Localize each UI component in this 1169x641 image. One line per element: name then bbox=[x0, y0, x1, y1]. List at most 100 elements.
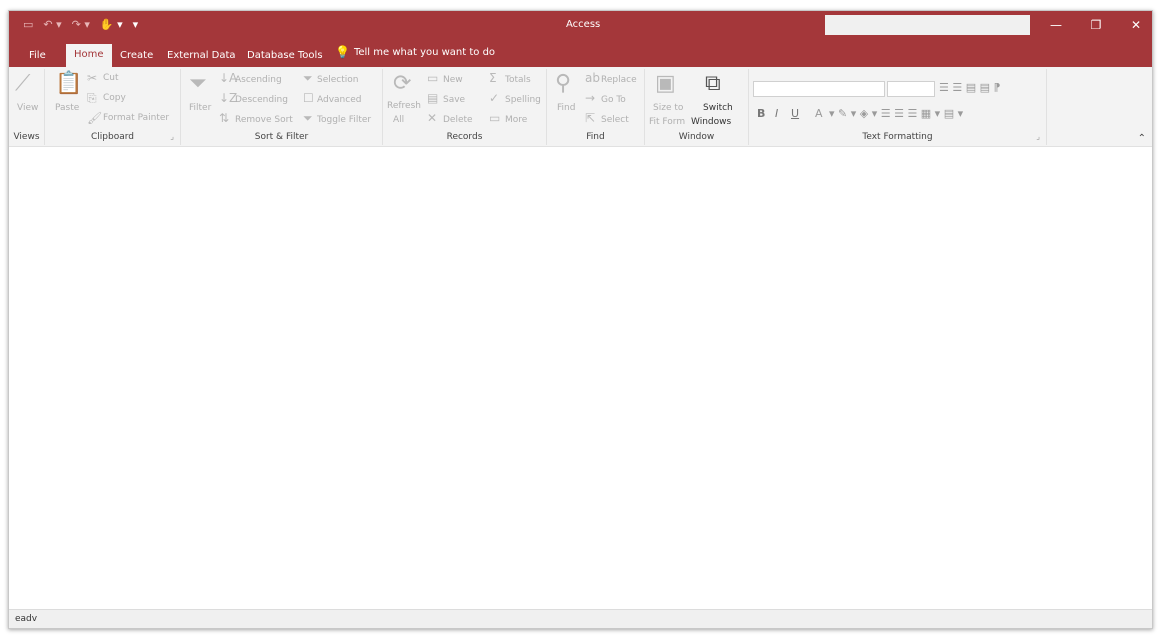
selection-button[interactable]: Selection bbox=[317, 75, 358, 85]
customize-qat-icon[interactable]: ▾ bbox=[133, 18, 139, 32]
title-search-box[interactable] bbox=[825, 15, 1030, 35]
filter-button[interactable]: Filter bbox=[189, 103, 211, 113]
format-painter-icon: 🖌 bbox=[87, 111, 103, 125]
status-text: eadv bbox=[15, 614, 38, 624]
format-painter-button[interactable]: Format Painter bbox=[103, 113, 169, 123]
delete-button[interactable]: Delete bbox=[443, 115, 473, 125]
tab-file[interactable]: File bbox=[27, 45, 48, 67]
find-button[interactable]: Find bbox=[557, 103, 575, 113]
group-find: ⚲ Find ab Replace → Go To ⇱ Select Find bbox=[547, 69, 645, 145]
fit-form-label: Fit Form bbox=[649, 117, 686, 127]
tab-create[interactable]: Create bbox=[118, 45, 155, 67]
copy-icon: ⎘ bbox=[87, 91, 97, 105]
cut-icon: ✂ bbox=[87, 71, 98, 85]
spelling-icon: ✓ bbox=[489, 91, 500, 105]
ribbon-tab-bar: File Home Create External Data Database … bbox=[9, 41, 1152, 67]
group-clipboard: 📋 Paste ✂ Cut ⎘ Copy 🖌 Format Painter Cl… bbox=[45, 69, 181, 145]
ribbon: ⟋ View Views 📋 Paste ✂ Cut ⎘ Copy 🖌 Form… bbox=[9, 67, 1152, 147]
font-color-button[interactable]: A bbox=[815, 107, 823, 120]
group-label-records: Records bbox=[446, 132, 483, 142]
undo-icon[interactable]: ↶ ▾ bbox=[43, 18, 61, 32]
text-formatting-dialog-launcher-icon[interactable]: ⌟ bbox=[1036, 132, 1040, 141]
toggle-filter-icon: ⏷ bbox=[303, 111, 313, 125]
save-icon[interactable]: ▭ bbox=[23, 18, 33, 32]
windows-label: Windows bbox=[691, 117, 732, 127]
group-views: ⟋ View Views bbox=[9, 69, 45, 145]
replace-icon: ab bbox=[585, 71, 600, 85]
group-label-find: Find bbox=[586, 132, 605, 142]
replace-button[interactable]: Replace bbox=[601, 75, 637, 85]
tell-me-box[interactable]: 💡 Tell me what you want to do bbox=[335, 45, 495, 59]
advanced-button[interactable]: Advanced bbox=[317, 95, 361, 105]
view-button[interactable]: View bbox=[17, 103, 38, 113]
switch-windows-icon[interactable]: ⧉ bbox=[705, 71, 721, 96]
italic-button[interactable]: I bbox=[775, 107, 778, 120]
ascending-button[interactable]: Ascending bbox=[235, 75, 282, 85]
totals-button[interactable]: Totals bbox=[505, 75, 531, 85]
save-button[interactable]: Save bbox=[443, 95, 465, 105]
spelling-button[interactable]: Spelling bbox=[505, 95, 541, 105]
font-name-combo[interactable] bbox=[753, 81, 885, 97]
toggle-filter-button[interactable]: Toggle Filter bbox=[317, 115, 371, 125]
tab-external-data[interactable]: External Data bbox=[165, 45, 238, 67]
more-icon: ▭ bbox=[489, 111, 501, 125]
highlight-icons[interactable]: ▾ ✎ ▾ ◈ ▾ ☰ ☰ ☰ ▦ ▾ ▤ ▾ bbox=[829, 107, 963, 120]
refresh-all-label: All bbox=[393, 115, 405, 125]
copy-button[interactable]: Copy bbox=[103, 93, 126, 103]
group-window: ▣ Size to Fit Form ⧉ Switch Windows Wind… bbox=[645, 69, 749, 145]
filter-icon[interactable]: ⏷ bbox=[189, 71, 207, 96]
clipboard-dialog-launcher-icon[interactable]: ⌟ bbox=[170, 132, 174, 141]
delete-icon: ✕ bbox=[427, 111, 438, 125]
workspace bbox=[9, 148, 1152, 611]
goto-button[interactable]: Go To bbox=[601, 95, 626, 105]
switch-button[interactable]: Switch bbox=[703, 103, 733, 113]
selection-icon: ⏷ bbox=[303, 71, 313, 85]
save-record-icon: ▤ bbox=[427, 91, 439, 105]
view-icon[interactable]: ⟋ bbox=[15, 71, 30, 96]
find-icon[interactable]: ⚲ bbox=[555, 71, 571, 96]
minimize-button[interactable]: — bbox=[1039, 13, 1073, 37]
remove-sort-button[interactable]: Remove Sort bbox=[235, 115, 293, 125]
refresh-button[interactable]: Refresh bbox=[387, 101, 421, 111]
status-bar: eadv bbox=[9, 609, 1152, 628]
group-label-views: Views bbox=[13, 132, 40, 142]
list-icons[interactable]: ☰ ☰ ▤ ▤ ⁋ bbox=[939, 81, 1001, 94]
refresh-icon[interactable]: ⟳ bbox=[393, 71, 411, 96]
close-button[interactable]: ✕ bbox=[1119, 13, 1152, 37]
touch-mode-icon[interactable]: ✋ ▾ bbox=[100, 18, 123, 32]
group-records: ⟳ Refresh All ▭ New ▤ Save ✕ Delete Σ To… bbox=[383, 69, 547, 145]
select-icon: ⇱ bbox=[585, 111, 596, 125]
lightbulb-icon: 💡 bbox=[335, 45, 350, 59]
cut-button[interactable]: Cut bbox=[103, 73, 119, 83]
size-to-button[interactable]: Size to bbox=[653, 103, 683, 113]
remove-sort-icon: ⇅ bbox=[219, 111, 230, 125]
more-button[interactable]: More bbox=[505, 115, 527, 125]
totals-icon: Σ bbox=[489, 71, 497, 85]
window-title: Access bbox=[566, 19, 601, 30]
tab-home[interactable]: Home bbox=[66, 44, 112, 67]
redo-icon[interactable]: ↷ ▾ bbox=[72, 18, 90, 32]
bold-button[interactable]: B bbox=[757, 107, 765, 120]
new-record-icon: ▭ bbox=[427, 71, 439, 85]
collapse-ribbon-icon[interactable]: ⌃ bbox=[1138, 133, 1146, 144]
access-window: ▭ ↶ ▾ ↷ ▾ ✋ ▾ ▾ Access — ❐ ✕ File Home C… bbox=[8, 10, 1153, 629]
quick-access-toolbar: ▭ ↶ ▾ ↷ ▾ ✋ ▾ ▾ bbox=[23, 18, 138, 32]
group-label-text-formatting: Text Formatting bbox=[862, 132, 933, 142]
title-bar: ▭ ↶ ▾ ↷ ▾ ✋ ▾ ▾ Access — ❐ ✕ bbox=[9, 11, 1152, 41]
underline-button[interactable]: U bbox=[791, 107, 799, 120]
group-sort-filter: ⏷ Filter ↓A Ascending ↓Z Descending ⇅ Re… bbox=[181, 69, 383, 145]
new-button[interactable]: New bbox=[443, 75, 463, 85]
group-text-formatting: ☰ ☰ ▤ ▤ ⁋ B I U A ▾ ✎ ▾ ◈ ▾ ☰ ☰ ☰ ▦ ▾ ▤ … bbox=[749, 69, 1047, 145]
descending-button[interactable]: Descending bbox=[235, 95, 288, 105]
font-size-combo[interactable] bbox=[887, 81, 935, 97]
select-button[interactable]: Select bbox=[601, 115, 629, 125]
goto-icon: → bbox=[585, 91, 596, 105]
paste-icon[interactable]: 📋 bbox=[55, 71, 82, 96]
tab-database-tools[interactable]: Database Tools bbox=[245, 45, 325, 67]
group-label-sort-filter: Sort & Filter bbox=[254, 132, 309, 142]
group-label-clipboard: Clipboard bbox=[91, 132, 134, 142]
paste-button[interactable]: Paste bbox=[55, 103, 79, 113]
group-label-window: Window bbox=[678, 132, 715, 142]
restore-button[interactable]: ❐ bbox=[1079, 13, 1113, 37]
size-to-fit-icon[interactable]: ▣ bbox=[655, 71, 676, 96]
